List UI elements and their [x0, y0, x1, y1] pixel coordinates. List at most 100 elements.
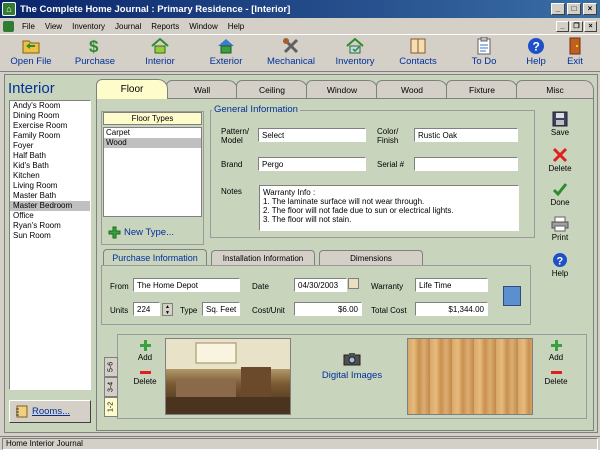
to-do-button[interactable]: To Do	[464, 37, 504, 71]
contacts-button[interactable]: Contacts	[394, 37, 442, 71]
image-page-tab-1-2[interactable]: 1-2	[104, 397, 118, 417]
room-list[interactable]: Andy's Room Dining Room Exercise Room Famil…	[9, 100, 91, 390]
menu-bar: File View Inventory Journal Reports Wind…	[0, 18, 600, 34]
bedroom-image	[166, 339, 290, 414]
mechanical-button[interactable]: Mechanical	[262, 37, 320, 71]
from-field[interactable]: The Home Depot	[133, 278, 240, 292]
tab-dimensions[interactable]: Dimensions	[319, 250, 423, 265]
tab-fixture[interactable]: Fixture	[446, 80, 518, 98]
cost-per-unit-label: Cost/Unit	[252, 306, 285, 315]
pattern-label: Pattern/Model	[221, 127, 255, 145]
help-icon: ?	[527, 37, 545, 55]
mdi-close-button[interactable]: ×	[584, 20, 597, 32]
save-button[interactable]: Save	[543, 111, 577, 137]
serial-field[interactable]	[414, 157, 518, 171]
close-button[interactable]: ×	[583, 3, 597, 15]
digital-images-button[interactable]: Digital Images	[318, 352, 386, 381]
room-list-item[interactable]: Master Bath	[10, 191, 90, 201]
room-list-item[interactable]: Sun Room	[10, 231, 90, 241]
new-type-button[interactable]: New Type...	[108, 226, 174, 239]
maximize-button[interactable]: □	[567, 3, 581, 15]
floor-types-header: Floor Types	[103, 112, 202, 125]
done-button[interactable]: Done	[543, 181, 577, 207]
notes-field[interactable]: Warranty Info : 1. The laminate surface …	[259, 185, 519, 231]
exit-door-icon	[566, 37, 584, 55]
room-list-item[interactable]: Kitchen	[10, 171, 90, 181]
red-x-icon	[552, 147, 568, 163]
tab-window[interactable]: Window	[306, 80, 378, 98]
rooms-button[interactable]: Rooms...	[9, 400, 91, 423]
add-image-left-button[interactable]: Add	[130, 340, 160, 362]
minus-icon	[550, 371, 562, 374]
calculator-icon[interactable]	[503, 286, 521, 306]
notes-line: Warranty Info :	[263, 188, 316, 197]
menu-file[interactable]: File	[17, 22, 40, 31]
room-list-item[interactable]: Master Bedroom	[10, 201, 90, 211]
tab-wood[interactable]: Wood	[376, 80, 448, 98]
floor-types-list[interactable]: Carpet Wood	[103, 127, 202, 217]
minimize-button[interactable]: _	[551, 3, 565, 15]
document-icon[interactable]	[3, 20, 14, 32]
menu-window[interactable]: Window	[184, 22, 222, 31]
section-title: Interior	[8, 80, 55, 97]
tab-installation-information[interactable]: Installation Information	[211, 250, 315, 265]
image-page-tab-5-6[interactable]: 5-6	[104, 357, 118, 377]
room-list-item[interactable]: Living Room	[10, 181, 90, 191]
add-image-right-button[interactable]: Add	[541, 340, 571, 362]
room-list-item[interactable]: Dining Room	[10, 111, 90, 121]
inventory-button[interactable]: Inventory	[330, 37, 380, 71]
menu-view[interactable]: View	[40, 22, 67, 31]
room-list-item[interactable]: Andy's Room	[10, 101, 90, 111]
calendar-icon[interactable]	[348, 278, 359, 289]
tab-ceiling[interactable]: Ceiling	[236, 80, 308, 98]
tab-floor[interactable]: Floor	[96, 79, 168, 99]
brand-field[interactable]: Pergo	[258, 157, 366, 171]
tools-icon	[282, 37, 300, 55]
bedroom-photo[interactable]	[165, 338, 291, 415]
delete-image-left-button[interactable]: Delete	[130, 370, 160, 386]
menu-reports[interactable]: Reports	[146, 22, 184, 31]
floor-type-item[interactable]: Carpet	[104, 128, 201, 138]
room-list-item[interactable]: Foyer	[10, 141, 90, 151]
room-list-item[interactable]: Family Room	[10, 131, 90, 141]
warranty-label: Warranty	[371, 282, 404, 291]
room-list-item[interactable]: Office	[10, 211, 90, 221]
interior-button[interactable]: Interior	[138, 37, 182, 71]
mdi-minimize-button[interactable]: _	[556, 20, 569, 32]
room-list-item[interactable]: Kid's Bath	[10, 161, 90, 171]
purchase-button[interactable]: $ Purchase	[70, 37, 120, 71]
pattern-field[interactable]: Select	[258, 128, 366, 142]
room-list-item[interactable]: Ryan's Room	[10, 221, 90, 231]
help-button[interactable]: ? Help	[519, 37, 553, 71]
open-file-button[interactable]: Open File	[6, 37, 56, 71]
cost-per-unit-field[interactable]: $6.00	[294, 302, 362, 316]
exit-button[interactable]: Exit	[560, 37, 590, 71]
delete-button[interactable]: Delete	[543, 147, 577, 173]
delete-image-right-button[interactable]: Delete	[541, 370, 571, 386]
svg-text:?: ?	[533, 40, 540, 54]
room-list-item[interactable]: Half Bath	[10, 151, 90, 161]
image-page-tab-3-4[interactable]: 3-4	[104, 377, 118, 397]
plus-icon	[108, 226, 121, 239]
floor-type-item[interactable]: Wood	[104, 138, 201, 148]
tab-purchase-information[interactable]: Purchase Information	[103, 249, 207, 266]
mdi-restore-button[interactable]: ❐	[570, 20, 583, 32]
date-field[interactable]: 04/30/2003	[294, 278, 347, 292]
exterior-button[interactable]: Exterior	[203, 37, 249, 71]
print-button[interactable]: Print	[543, 216, 577, 242]
warranty-field[interactable]: Life Time	[415, 278, 488, 292]
menu-journal[interactable]: Journal	[110, 22, 146, 31]
total-cost-field[interactable]: $1,344.00	[415, 302, 488, 316]
help-side-button[interactable]: ? Help	[543, 252, 577, 278]
wood-floor-photo[interactable]	[407, 338, 533, 415]
color-label-line: Color/	[377, 127, 399, 136]
menu-help[interactable]: Help	[223, 22, 249, 31]
units-stepper[interactable]: ▲ ▼	[162, 303, 173, 316]
type-field[interactable]: Sq. Feet	[202, 302, 240, 316]
units-field[interactable]: 224	[133, 302, 160, 316]
menu-inventory[interactable]: Inventory	[67, 22, 110, 31]
color-field[interactable]: Rustic Oak	[414, 128, 518, 142]
tab-wall[interactable]: Wall	[166, 80, 238, 98]
room-list-item[interactable]: Exercise Room	[10, 121, 90, 131]
tab-misc[interactable]: Misc	[516, 80, 594, 98]
